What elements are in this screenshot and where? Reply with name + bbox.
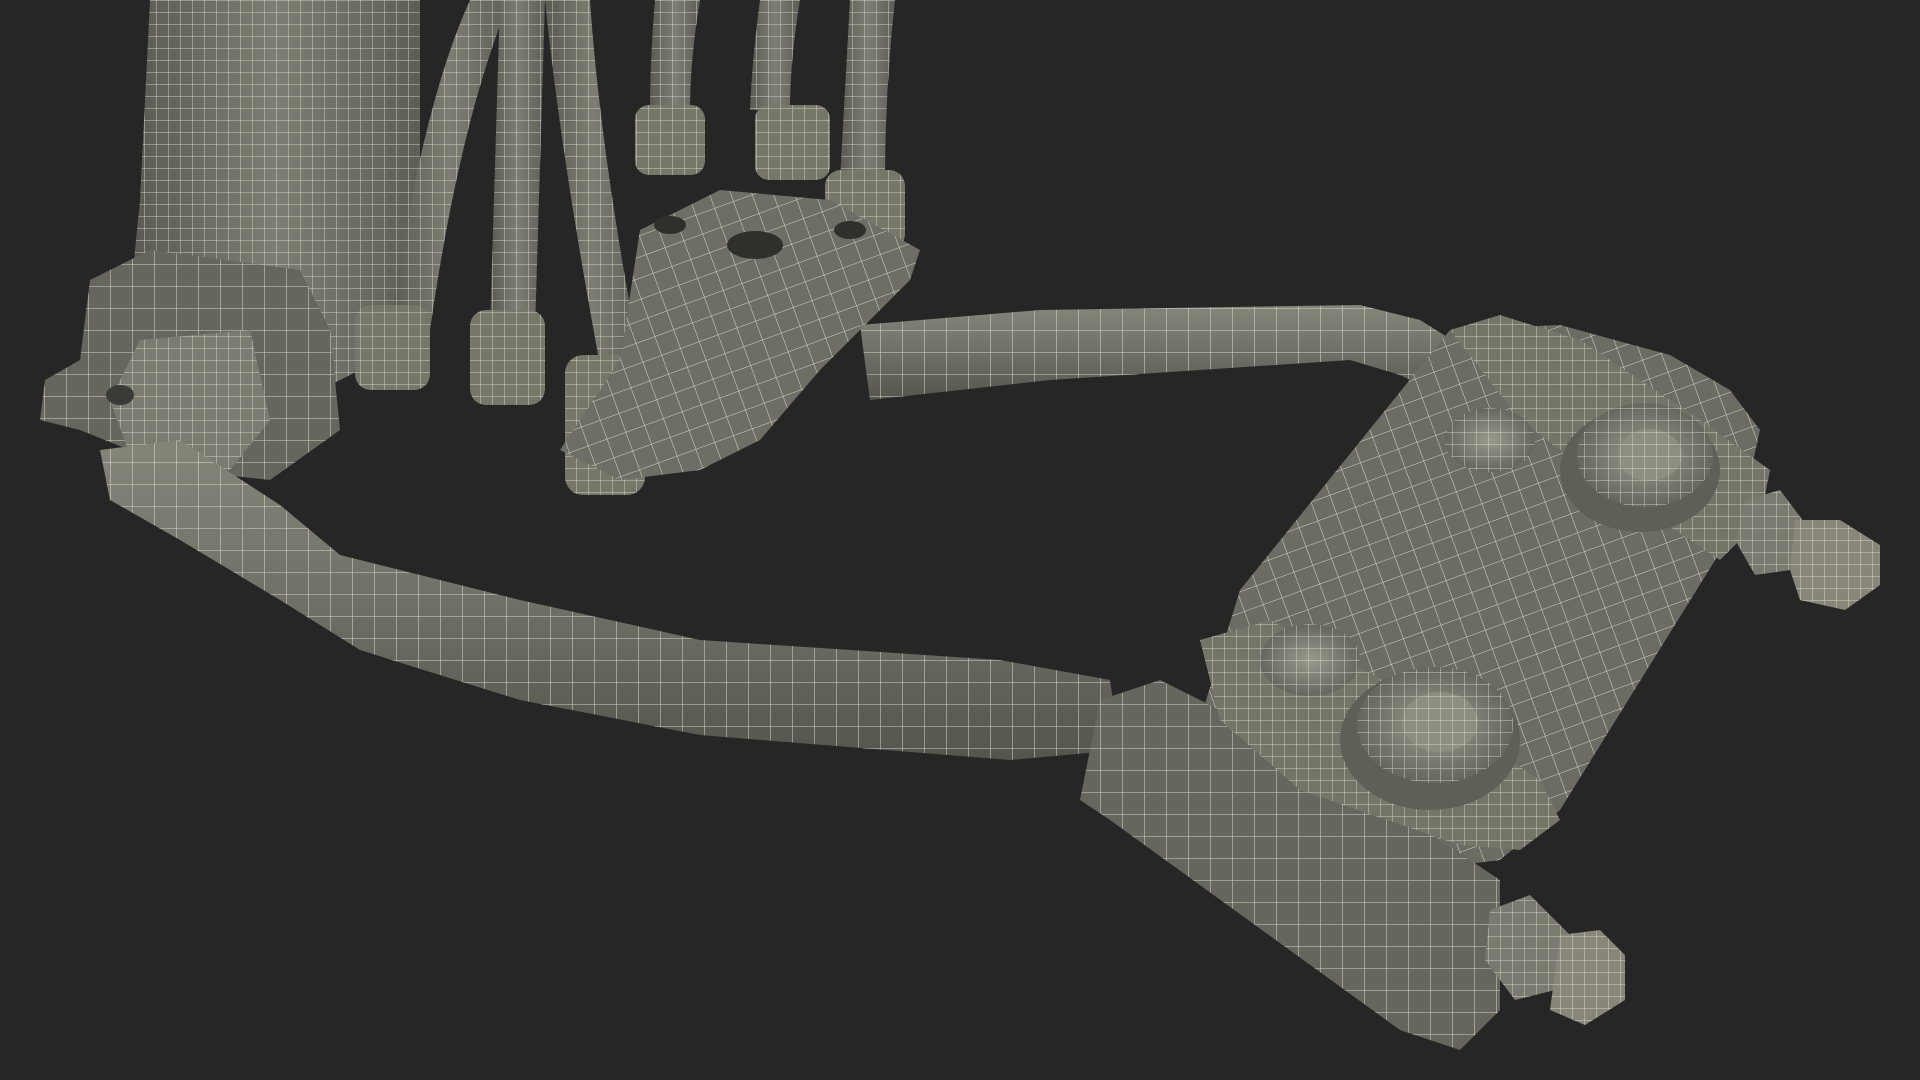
left-clamp-block [40, 250, 340, 480]
washer-small-upper [1445, 408, 1535, 472]
nut-lower [1485, 895, 1625, 1025]
upper-tube [860, 305, 1480, 400]
wireframe-model [40, 0, 1880, 1050]
render-viewport [0, 0, 1920, 1080]
washer-small-lower [1260, 624, 1360, 696]
nut-upper [1735, 490, 1880, 610]
